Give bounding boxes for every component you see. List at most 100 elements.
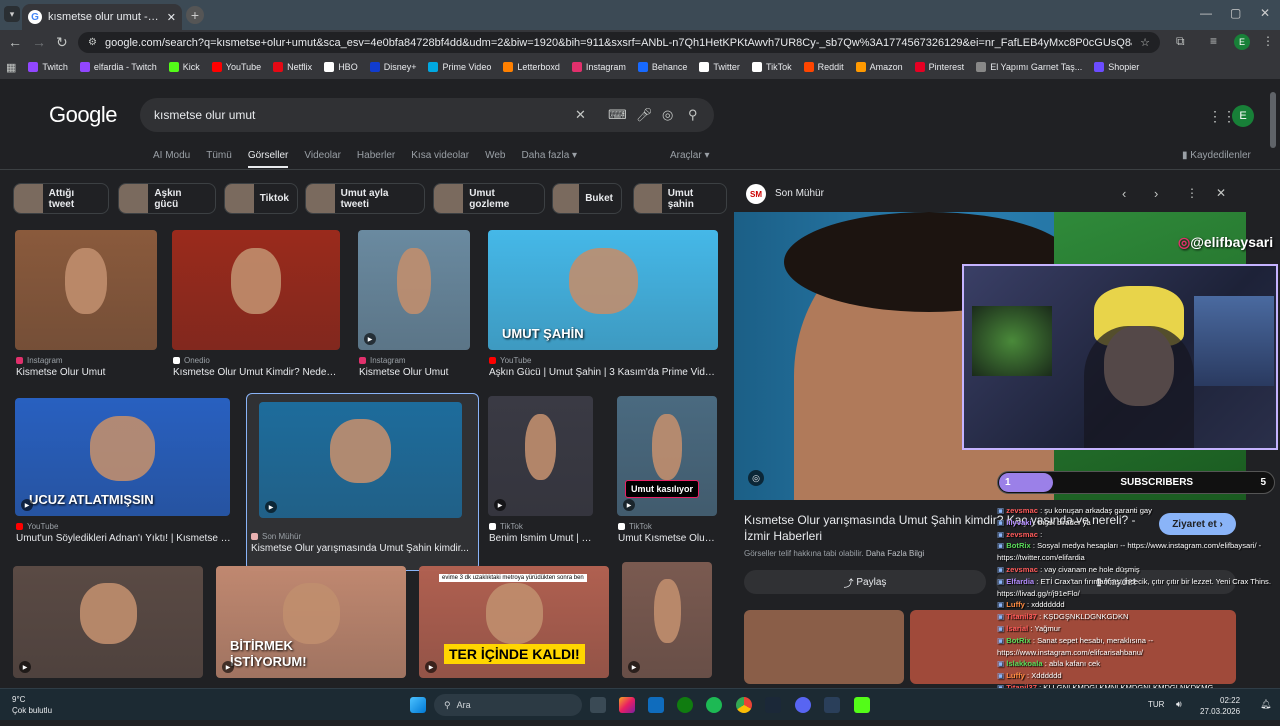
next-icon[interactable]: › xyxy=(1154,186,1158,201)
related-chip[interactable]: Tiktok xyxy=(224,183,298,214)
xbox-icon[interactable] xyxy=(677,697,693,713)
taskbar-search[interactable]: ⚲ Ara xyxy=(434,694,582,716)
bookmark-item[interactable]: Behance xyxy=(637,62,687,72)
tools-menu[interactable]: Araçlar ▾ xyxy=(670,150,710,161)
google-account-avatar[interactable]: E xyxy=(1232,105,1254,127)
image-result-card[interactable]: ▶ TikTok Benim Ismim Umut | Tik... xyxy=(488,396,599,564)
result-source[interactable]: TikTok xyxy=(618,522,652,531)
prev-icon[interactable]: ‹ xyxy=(1122,186,1126,201)
result-thumbnail[interactable]: ▶ xyxy=(13,566,203,678)
related-chip[interactable]: Attığı tweet xyxy=(13,183,109,214)
profile-avatar[interactable]: E xyxy=(1234,34,1250,50)
start-icon[interactable] xyxy=(410,697,426,713)
image-result-card[interactable]: UMUT ŞAHİN YouTube Aşkın Gücü | Umut Şahin… xyxy=(488,230,724,398)
bookmark-item[interactable]: Letterboxd xyxy=(503,62,560,72)
google-logo[interactable]: Google xyxy=(49,102,117,128)
extensions-icon[interactable]: ⧉ xyxy=(1176,34,1185,49)
image-result-card[interactable]: UCUZ ATLATMIŞSIN ▶ YouTube Umut'un Söyledik… xyxy=(15,398,236,564)
volume-icon[interactable]: 🔊︎ xyxy=(1176,699,1182,710)
microphone-icon[interactable]: 🎤︎ xyxy=(636,107,653,123)
bookmark-item[interactable]: Twitch xyxy=(28,62,68,72)
result-title[interactable]: Kismetse Olur Umut xyxy=(359,367,471,378)
bookmark-item[interactable]: Prime Video xyxy=(428,62,491,72)
bookmark-item[interactable]: Twitter xyxy=(699,62,740,72)
result-title[interactable]: Benim Ismim Umut | Tik... xyxy=(489,533,594,544)
bookmark-item[interactable]: Pinterest xyxy=(914,62,964,72)
related-chip[interactable]: Umut ayla tweeti xyxy=(305,183,425,214)
result-source[interactable]: YouTube xyxy=(489,356,531,365)
lens-search-icon[interactable]: ◎ xyxy=(748,470,764,486)
menu-icon[interactable]: ⋮ xyxy=(1262,34,1274,48)
notification-icon[interactable]: 🔔︎ xyxy=(1260,699,1271,710)
learn-more-link[interactable]: Daha Fazla Bilgi xyxy=(866,549,924,558)
related-chip[interactable]: Buket xyxy=(552,183,622,214)
image-result-card[interactable]: Instagram Kismetse Olur Umut xyxy=(15,230,163,398)
tab-videolar[interactable]: Videolar xyxy=(304,150,341,168)
system-clock[interactable]: 02:22 27.03.2026 xyxy=(1200,695,1240,717)
maximize-icon[interactable]: ▢ xyxy=(1230,6,1241,20)
scrollbar-thumb[interactable] xyxy=(1270,92,1276,148)
bookmark-star-icon[interactable]: ☆ xyxy=(1140,36,1150,49)
tab-search-button[interactable]: ▾ xyxy=(4,6,20,22)
image-result-card[interactable]: Umut kasılıyor ▶ TikTok Umut Kısmetse Olur … xyxy=(617,396,723,564)
result-source[interactable]: TikTok xyxy=(489,522,523,531)
result-title[interactable]: Kısmetse Olur Umut Kimdir? Neden ... xyxy=(173,367,341,378)
result-title[interactable]: Umut'un Söyledikleri Adnan'ı Yıktı! | Kı… xyxy=(16,533,231,544)
browser-tab[interactable]: G kısmetse olur umut - Google'da... ✕ xyxy=(22,4,182,30)
new-tab-button[interactable]: + xyxy=(186,6,204,24)
result-title[interactable]: Aşkın Gücü | Umut Şahin | 3 Kasım'da Pri… xyxy=(489,367,719,378)
bookmark-item[interactable]: Amazon xyxy=(855,62,903,72)
result-thumbnail[interactable]: BİTİRMEK İSTİYORUM! ▶ xyxy=(216,566,406,678)
tab-görseller[interactable]: Görseller xyxy=(247,150,289,168)
bookmark-item[interactable]: Instagram xyxy=(571,62,626,72)
forward-icon[interactable]: → xyxy=(32,34,46,50)
back-icon[interactable]: ← xyxy=(8,34,22,50)
close-panel-icon[interactable]: ✕ xyxy=(1216,186,1226,200)
tab-web[interactable]: Web xyxy=(485,150,505,168)
search-input[interactable]: kısmetse olur umut xyxy=(140,98,714,132)
related-chip[interactable]: Umut şahin xyxy=(633,183,727,214)
panel-source[interactable]: Son Mühür xyxy=(775,188,824,199)
bookmark-item[interactable]: Shopier xyxy=(1094,62,1139,72)
lens-icon[interactable]: ◎ xyxy=(662,107,673,123)
result-source[interactable]: Instagram xyxy=(359,356,406,365)
task-view-icon[interactable] xyxy=(590,697,606,713)
result-thumbnail[interactable]: ▶ xyxy=(488,396,593,516)
related-image[interactable] xyxy=(744,610,904,684)
discord-icon[interactable] xyxy=(795,697,811,713)
page-scrollbar[interactable] xyxy=(1270,84,1276,688)
result-thumbnail[interactable]: UMUT ŞAHİN xyxy=(488,230,718,350)
bookmark-item[interactable]: YouTube xyxy=(211,62,261,72)
result-thumbnail[interactable] xyxy=(15,230,157,350)
result-thumbnail[interactable]: UCUZ ATLATMIŞSIN ▶ xyxy=(15,398,230,516)
result-thumbnail[interactable]: Umut kasılıyor ▶ xyxy=(617,396,717,516)
address-bar[interactable]: ⚙ google.com/search?q=kısmetse+olur+umut… xyxy=(78,32,1160,53)
search-icon[interactable]: ⚲ xyxy=(688,107,698,123)
keyboard-icon[interactable]: ⌨ xyxy=(608,107,627,123)
apps-grid-icon[interactable]: ▦ xyxy=(6,61,16,74)
result-source[interactable]: Instagram xyxy=(16,356,63,365)
close-tab-icon[interactable]: ✕ xyxy=(167,11,176,24)
result-source[interactable]: Son Mühür xyxy=(251,532,301,541)
tab-daha-fazla[interactable]: Daha fazla ▾ xyxy=(521,150,577,168)
language-indicator[interactable]: TUR xyxy=(1148,700,1164,709)
image-result-card[interactable]: Onedio Kısmetse Olur Umut Kimdir? Neden .… xyxy=(172,230,346,398)
share-button[interactable]: ⤴ Paylaş xyxy=(744,570,986,594)
bookmark-item[interactable]: Kick xyxy=(168,62,200,72)
bookmark-item[interactable]: Disney+ xyxy=(369,62,416,72)
minimize-icon[interactable]: — xyxy=(1200,6,1212,20)
tab-tümü[interactable]: Tümü xyxy=(206,150,232,168)
image-result-card[interactable]: ▶ Son Mühür Kismetse Olur yarışmasında Umu… xyxy=(246,393,479,571)
bookmark-item[interactable]: HBO xyxy=(324,62,358,72)
result-thumbnail[interactable]: ▶ xyxy=(259,402,462,518)
result-thumbnail[interactable]: evime 3 dk uzaklıktaki metroya yürüdükte… xyxy=(419,566,609,678)
saved-link[interactable]: ▮ Kaydedilenler xyxy=(1182,150,1251,161)
result-title[interactable]: Umut Kısmetse Olur ... xyxy=(618,533,718,544)
reload-icon[interactable]: ↻ xyxy=(56,34,68,51)
tab-ai-modu[interactable]: AI Modu xyxy=(153,150,190,168)
more-options-icon[interactable]: ⋮ xyxy=(1186,186,1198,200)
result-thumbnail[interactable]: ▶ xyxy=(622,562,712,678)
spotify-icon[interactable] xyxy=(706,697,722,713)
related-chip[interactable]: Aşkın gücü xyxy=(118,183,216,214)
kick-icon[interactable] xyxy=(854,697,870,713)
